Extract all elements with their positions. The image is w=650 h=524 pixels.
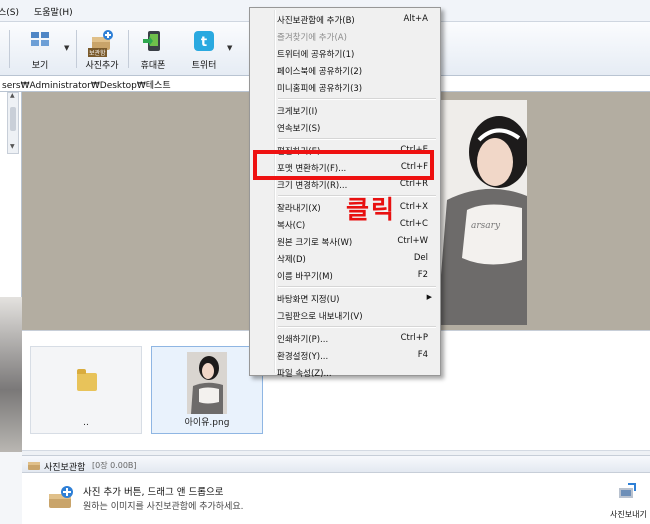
- twitter-dropdown-arrow-icon[interactable]: ▼: [227, 44, 232, 52]
- album-box-icon: [28, 462, 40, 470]
- album-add-icon: [49, 486, 73, 508]
- menu-item-label: 미니홈피에 공유하기(3): [277, 84, 363, 94]
- phone-button[interactable]: 휴대폰: [131, 28, 175, 72]
- send-photo-label: 사진보내기: [610, 510, 647, 519]
- menu-item-label: 잘라내기(X): [277, 204, 321, 214]
- view-button-label: 보기: [31, 61, 49, 71]
- menu-item[interactable]: 미니홈피에 공유하기(3): [252, 79, 438, 96]
- menu-item[interactable]: 이름 바꾸기(M) F2: [252, 267, 438, 284]
- svg-text:t: t: [201, 35, 207, 50]
- folder-icon: [77, 369, 97, 391]
- menu-item-label: 복사(C): [277, 221, 306, 231]
- context-menu: 사진보관함에 추가(B) Alt+A 즐겨찾기에 추가(A) 트위터에 공유하기(1)…: [249, 7, 441, 379]
- add-photo-badge: 보관함: [88, 48, 107, 57]
- menu-separator: [278, 138, 436, 140]
- menu-item[interactable]: 바탕화면 지정(U) ▶: [252, 290, 438, 307]
- menu-item-label: 크게보기(I): [277, 107, 318, 117]
- menu-item-help[interactable]: 도움말(H): [34, 5, 73, 18]
- thumbnail-label: 아이유.png: [184, 418, 230, 428]
- thumbnail-image-graphic: [187, 352, 227, 414]
- menu-item-shortcut: Ctrl+X: [399, 202, 428, 212]
- add-photo-button-label: 사진추가: [85, 61, 119, 71]
- album-header: 사진보관함 [0장 0.00B]: [22, 455, 650, 473]
- phone-button-label: 휴대폰: [140, 61, 166, 71]
- thumbnail-parent-folder[interactable]: ..: [30, 346, 142, 434]
- menu-item[interactable]: 페이스북에 공유하기(2): [252, 62, 438, 79]
- menu-item-shortcut: F2: [417, 270, 428, 280]
- toolbar-separator: [9, 30, 10, 68]
- menu-item[interactable]: 인쇄하기(P)... Ctrl+P: [252, 330, 438, 347]
- twitter-button-label: 트위터: [191, 61, 217, 71]
- submenu-arrow-icon: ▶: [426, 293, 432, 301]
- album-hint-line-2: 원하는 이미지를 사진보관함에 추가하세요.: [83, 502, 244, 512]
- twitter-button[interactable]: t 트위터: [182, 28, 226, 72]
- scroll-down-arrow-icon[interactable]: ▼: [10, 143, 15, 150]
- album-title: 사진보관함: [44, 463, 86, 473]
- album-drop-area[interactable]: 사진 추가 버튼, 드래그 앤 드롭으로 원하는 이미지를 사진보관함에 추가하…: [22, 473, 650, 524]
- menu-item-label: 파일 속성(Z)...: [277, 369, 332, 379]
- view-button[interactable]: 보기: [18, 28, 62, 72]
- menu-item[interactable]: 복사(C) Ctrl+C: [252, 216, 438, 233]
- menu-item[interactable]: 환경설정(Y)... F4: [252, 347, 438, 364]
- menu-item-label: 크기 변경하기(R)...: [277, 181, 348, 191]
- menu-item-shortcut: Del: [413, 253, 428, 263]
- folder-tree-scrollbar[interactable]: ▲ ▼: [7, 92, 19, 154]
- menu-item[interactable]: 잘라내기(X) Ctrl+X: [252, 199, 438, 216]
- menu-item-label: 페이스북에 공유하기(2): [277, 67, 363, 77]
- menu-item-label: 그림판으로 내보내기(V): [277, 312, 363, 322]
- twitter-icon: t: [194, 31, 214, 51]
- scroll-thumb[interactable]: [10, 107, 16, 131]
- album-hint-line-1: 사진 추가 버튼, 드래그 앤 드롭으로: [83, 487, 224, 498]
- menu-item-label: 삭제(D): [277, 255, 306, 265]
- menu-item[interactable]: 연속보기(S): [252, 119, 438, 136]
- menu-item-label: 트위터에 공유하기(1): [277, 50, 355, 60]
- menu-item-label: 연속보기(S): [277, 124, 321, 134]
- menu-item[interactable]: 그림판으로 내보내기(V): [252, 307, 438, 324]
- menu-item-tools[interactable]: 스(S): [0, 5, 19, 18]
- menu-item-shortcut: Ctrl+W: [397, 236, 428, 246]
- preview-photo-image: arsary: [427, 100, 527, 325]
- preview-photo: arsary: [427, 100, 527, 325]
- folder-tree-pane[interactable]: ▲ ▼: [0, 92, 22, 452]
- add-photo-button[interactable]: 보관함 사진추가: [80, 28, 124, 72]
- side-photo-strip: [0, 297, 22, 452]
- menu-item-label: 이름 바꾸기(M): [277, 272, 333, 282]
- menu-item[interactable]: 삭제(D) Del: [252, 250, 438, 267]
- annotation-click-label: 클릭: [346, 195, 397, 224]
- thumbnail-image: [187, 352, 227, 414]
- menu-item[interactable]: 크게보기(I): [252, 102, 438, 119]
- menu-item-label: 바탕화면 지정(U): [277, 295, 340, 305]
- menu-item-label: 원본 크기로 복사(W): [277, 238, 353, 248]
- menu-item: 즐겨찾기에 추가(A): [252, 28, 438, 45]
- menu-item-label: 인쇄하기(P)...: [277, 335, 329, 345]
- menu-item-shortcut: Alt+A: [403, 14, 428, 24]
- menu-item-shortcut: Ctrl+C: [399, 219, 428, 229]
- menu-item[interactable]: 사진보관함에 추가(B) Alt+A: [252, 11, 438, 28]
- phone-transfer-icon: [143, 31, 160, 51]
- thumbnail-selected-image[interactable]: 아이유.png: [151, 346, 263, 434]
- menu-item-label: 사진보관함에 추가(B): [277, 16, 355, 26]
- send-photo-icon[interactable]: [618, 483, 636, 501]
- menu-item-shortcut: Ctrl+R: [399, 179, 428, 189]
- menu-item[interactable]: 트위터에 공유하기(1): [252, 45, 438, 62]
- menu-separator: [278, 286, 436, 288]
- thumbnail-label: ..: [83, 418, 89, 428]
- menu-item-shortcut: F4: [417, 350, 428, 360]
- svg-text:arsary: arsary: [471, 221, 501, 231]
- scroll-up-arrow-icon[interactable]: ▲: [10, 92, 15, 99]
- toolbar-separator: [76, 30, 77, 68]
- annotation-highlight-box: [253, 150, 434, 180]
- address-path: sers₩Administrator₩Desktop₩테스트: [2, 81, 171, 91]
- toolbar-separator: [128, 30, 129, 68]
- grid-view-icon: [31, 32, 49, 46]
- menu-item-label: 환경설정(Y)...: [277, 352, 329, 362]
- menu-separator: [278, 98, 436, 100]
- menu-item-label: 즐겨찾기에 추가(A): [277, 33, 347, 43]
- menu-item[interactable]: 파일 속성(Z)...: [252, 364, 438, 381]
- menu-item-shortcut: Ctrl+P: [400, 333, 428, 343]
- menu-item[interactable]: 원본 크기로 복사(W) Ctrl+W: [252, 233, 438, 250]
- view-dropdown-arrow-icon[interactable]: ▼: [64, 44, 69, 52]
- album-count: [0장 0.00B]: [92, 461, 137, 470]
- menu-separator: [278, 326, 436, 328]
